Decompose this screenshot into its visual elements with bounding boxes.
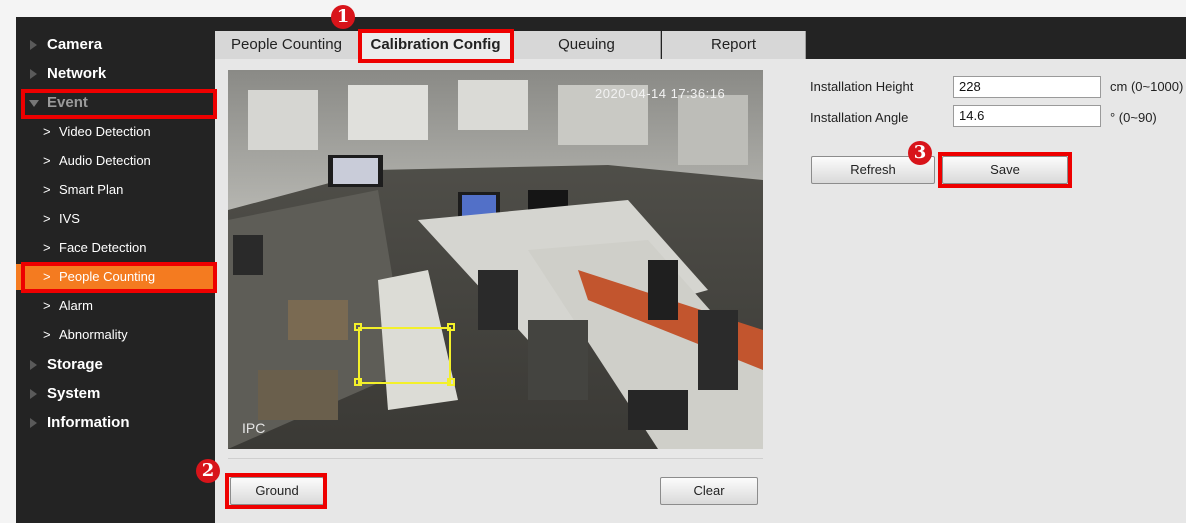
sidebar-subitem-label: Face Detection xyxy=(59,240,147,255)
step-3-badge: 3 xyxy=(908,141,932,165)
sidebar-subitem-ivs[interactable]: > IVS xyxy=(16,206,215,232)
sidebar-item-label: Information xyxy=(47,414,130,431)
chevron-right-icon: > xyxy=(43,211,51,226)
sidebar-subitem-video-detection[interactable]: > Video Detection xyxy=(16,119,215,145)
installation-angle-unit: ° (0~90) xyxy=(1110,110,1157,125)
chevron-right-icon: > xyxy=(43,124,51,139)
tab-people-counting[interactable]: People Counting xyxy=(215,31,359,59)
expand-arrow-icon xyxy=(30,360,37,370)
sidebar-subitem-abnormality[interactable]: > Abnormality xyxy=(16,322,215,348)
video-timestamp: 2020-04-14 17:36:16 xyxy=(595,86,726,101)
sidebar-item-label: Network xyxy=(47,65,107,82)
installation-angle-label: Installation Angle xyxy=(810,110,909,125)
highlight-people-counting xyxy=(21,262,217,293)
sidebar-item-network[interactable]: Network xyxy=(16,61,215,87)
step-2-badge: 2 xyxy=(196,459,220,483)
sidebar-subitem-label: IVS xyxy=(59,211,80,226)
expand-arrow-icon xyxy=(30,40,37,50)
sidebar-item-label: Storage xyxy=(47,356,103,373)
sidebar-subitem-audio-detection[interactable]: > Audio Detection xyxy=(16,148,215,174)
sidebar-item-system[interactable]: System xyxy=(16,381,215,407)
sidebar-subitem-alarm[interactable]: > Alarm xyxy=(16,293,215,319)
tab-report[interactable]: Report xyxy=(662,31,806,59)
chevron-right-icon: > xyxy=(43,153,51,168)
installation-height-unit: cm (0~1000) xyxy=(1110,79,1184,94)
video-watermark: IPC xyxy=(242,420,266,436)
chevron-right-icon: > xyxy=(43,327,51,342)
highlight-ground-button xyxy=(225,473,327,509)
divider xyxy=(228,458,763,459)
sidebar-subitem-label: Video Detection xyxy=(59,124,151,139)
live-video-view[interactable]: 2020-04-14 17:36:16 IPC xyxy=(228,70,763,449)
web-app: Camera Network Event > Video Detection >… xyxy=(0,0,1186,523)
highlight-calibration-tab xyxy=(358,29,514,63)
chevron-right-icon: > xyxy=(43,298,51,313)
installation-height-label: Installation Height xyxy=(810,79,914,94)
sidebar-subitem-label: Smart Plan xyxy=(59,182,124,197)
camera-scene-image xyxy=(228,70,763,449)
sidebar-subitem-face-detection[interactable]: > Face Detection xyxy=(16,235,215,261)
expand-arrow-icon xyxy=(30,418,37,428)
sidebar-item-storage[interactable]: Storage xyxy=(16,352,215,378)
tab-queuing[interactable]: Queuing xyxy=(513,31,661,59)
sidebar-item-information[interactable]: Information xyxy=(16,410,215,436)
clear-button[interactable]: Clear xyxy=(660,477,758,505)
expand-arrow-icon xyxy=(30,69,37,79)
tab-label: Report xyxy=(710,36,757,53)
sidebar-subitem-label: Audio Detection xyxy=(59,153,151,168)
sidebar-subitem-label: Abnormality xyxy=(59,327,128,342)
highlight-save-button xyxy=(938,152,1072,188)
region-handle-bottom-right[interactable] xyxy=(447,378,455,386)
sidebar-subitem-smart-plan[interactable]: > Smart Plan xyxy=(16,177,215,203)
chevron-right-icon: > xyxy=(43,182,51,197)
expand-arrow-icon xyxy=(30,389,37,399)
installation-height-input[interactable]: 228 xyxy=(953,76,1101,98)
sidebar-subitem-label: Alarm xyxy=(59,298,93,313)
top-bar xyxy=(16,17,1186,31)
sidebar-item-label: Camera xyxy=(47,36,103,53)
region-handle-top-right[interactable] xyxy=(447,323,455,331)
region-handle-bottom-left[interactable] xyxy=(354,378,362,386)
installation-angle-input[interactable]: 14.6 xyxy=(953,105,1101,127)
highlight-event xyxy=(21,89,217,119)
sidebar-item-label: System xyxy=(47,385,101,402)
tab-label: People Counting xyxy=(231,36,342,53)
tab-label: Queuing xyxy=(558,36,615,53)
step-1-badge: 1 xyxy=(331,5,355,29)
sidebar-item-camera[interactable]: Camera xyxy=(16,32,215,58)
calibration-region-box[interactable] xyxy=(358,327,451,384)
region-handle-top-left[interactable] xyxy=(354,323,362,331)
chevron-right-icon: > xyxy=(43,240,51,255)
